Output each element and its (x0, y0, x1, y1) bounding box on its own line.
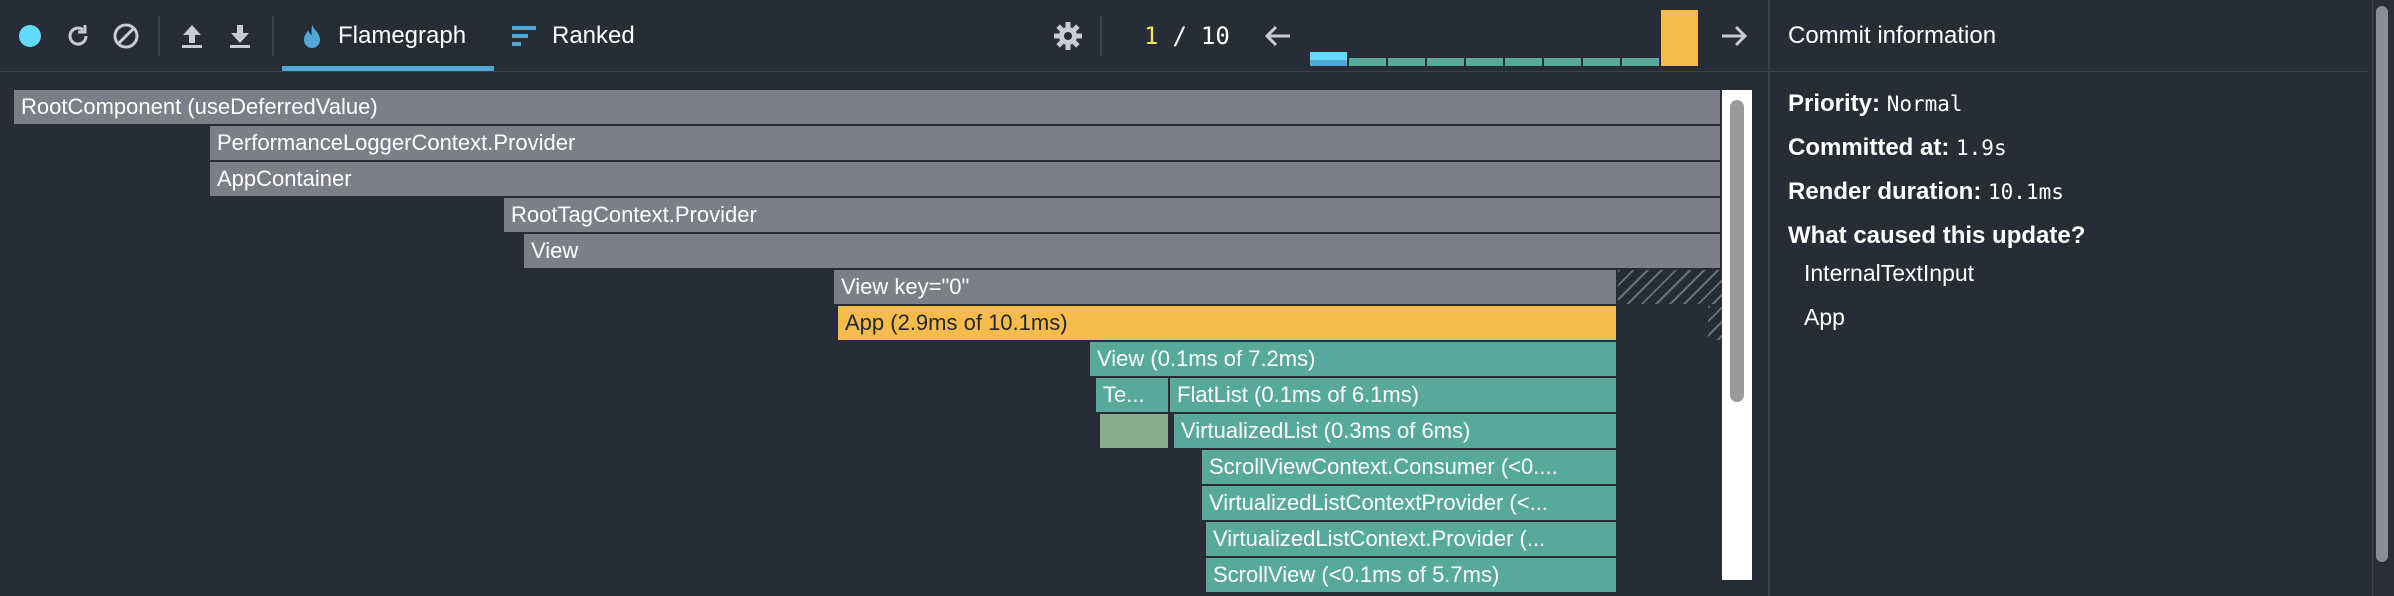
flamegraph-scrollbar-thumb[interactable] (1730, 100, 1744, 402)
flame-node[interactable]: PerformanceLoggerContext.Provider (210, 126, 1722, 160)
flame-node[interactable]: View key="0" (834, 270, 1618, 304)
record-button[interactable] (14, 20, 46, 52)
flamegraph-chart: RootComponent (useDeferredValue) Perform… (0, 72, 1768, 596)
commit-bar[interactable] (1310, 52, 1347, 66)
ranked-icon (512, 26, 536, 46)
flame-node[interactable]: RootTagContext.Provider (504, 198, 1722, 232)
commit-bar[interactable] (1622, 58, 1659, 66)
commit-bar[interactable] (1583, 58, 1620, 66)
save-profile-button[interactable] (224, 20, 256, 52)
toolbar-divider (158, 16, 160, 56)
render-duration-row: Render duration: 10.1ms (1788, 178, 2064, 205)
flame-node[interactable]: AppContainer (210, 162, 1722, 196)
commit-bar[interactable] (1427, 58, 1464, 66)
committed-label: Committed at (1788, 134, 1942, 161)
commit-separator: / (1172, 22, 1187, 50)
flame-node[interactable]: Te... (1096, 378, 1170, 412)
flame-node[interactable]: FlatList (0.1ms of 6.1ms) (1170, 378, 1618, 412)
profiler-settings-button[interactable] (1052, 20, 1084, 52)
priority-row: Priority: Normal (1788, 90, 1963, 117)
clear-icon (113, 23, 139, 49)
previous-commit-button[interactable] (1262, 20, 1294, 52)
toolbar-divider (272, 16, 274, 56)
commit-bar[interactable] (1466, 58, 1503, 66)
commit-information-panel: Commit information Priority: Normal Comm… (1768, 0, 2368, 596)
tab-flamegraph[interactable]: Flamegraph (300, 0, 466, 72)
priority-label: Priority (1788, 90, 1873, 117)
profiler-toolbar: Flamegraph Ranked 1 / 10 (0, 0, 1768, 72)
gear-icon (1054, 22, 1082, 50)
arrow-left-icon (1264, 25, 1290, 47)
hatched-region (1708, 306, 1722, 340)
flame-node[interactable]: VirtualizedListContextProvider (<... (1202, 486, 1618, 520)
arrow-right-icon (1722, 25, 1748, 47)
upload-icon (182, 25, 202, 48)
commit-counter: 1 / 10 (1144, 0, 1230, 72)
tab-flamegraph-label: Flamegraph (338, 22, 467, 49)
reload-icon (68, 25, 88, 46)
download-icon (230, 25, 250, 48)
flame-node[interactable]: View (0.1ms of 7.2ms) (1090, 342, 1618, 376)
tab-ranked-label: Ranked (552, 22, 635, 49)
flame-icon (304, 24, 320, 48)
record-icon (19, 25, 41, 47)
hatched-region (1618, 270, 1722, 304)
cause-heading: What caused this update? (1788, 222, 2086, 249)
flame-node[interactable]: ScrollViewContext.Consumer (<0.... (1202, 450, 1618, 484)
cause-item[interactable]: App (1804, 304, 1845, 331)
commit-bar[interactable] (1544, 58, 1581, 66)
active-tab-indicator (282, 66, 494, 71)
priority-value: Normal (1886, 92, 1963, 116)
clear-profile-button[interactable] (110, 20, 142, 52)
flame-node[interactable]: App (2.9ms of 10.1ms) (838, 306, 1618, 340)
reload-and-profile-button[interactable] (62, 20, 94, 52)
commit-bar[interactable] (1505, 58, 1542, 66)
commit-index: 1 (1144, 22, 1159, 50)
duration-value: 10.1ms (1988, 180, 2064, 204)
load-profile-button[interactable] (176, 20, 208, 52)
commit-bar[interactable] (1349, 58, 1386, 66)
flame-node[interactable]: ScrollView (<0.1ms of 5.7ms) (1206, 558, 1618, 592)
toolbar-divider (1100, 16, 1102, 56)
commit-total: 10 (1200, 22, 1230, 50)
flame-node[interactable]: VirtualizedList (0.3ms of 6ms) (1174, 414, 1618, 448)
flame-node[interactable]: View (524, 234, 1722, 268)
flame-node[interactable]: VirtualizedListContext.Provider (... (1206, 522, 1618, 556)
duration-label: Render duration (1788, 178, 1974, 205)
cause-item[interactable]: InternalTextInput (1804, 260, 1974, 287)
committed-at-row: Committed at: 1.9s (1788, 134, 2007, 161)
next-commit-button[interactable] (1718, 20, 1750, 52)
commit-bar[interactable] (1388, 58, 1425, 66)
commit-bar[interactable] (1661, 10, 1698, 66)
page-scrollbar-thumb[interactable] (2376, 6, 2388, 562)
commit-selector[interactable] (1310, 8, 1700, 66)
committed-value: 1.9s (1956, 136, 2007, 160)
tab-ranked[interactable]: Ranked (512, 0, 635, 72)
flame-node[interactable]: RootComponent (useDeferredValue) (14, 90, 1722, 124)
flame-node[interactable] (1100, 414, 1170, 448)
panel-title: Commit information (1770, 0, 2368, 72)
